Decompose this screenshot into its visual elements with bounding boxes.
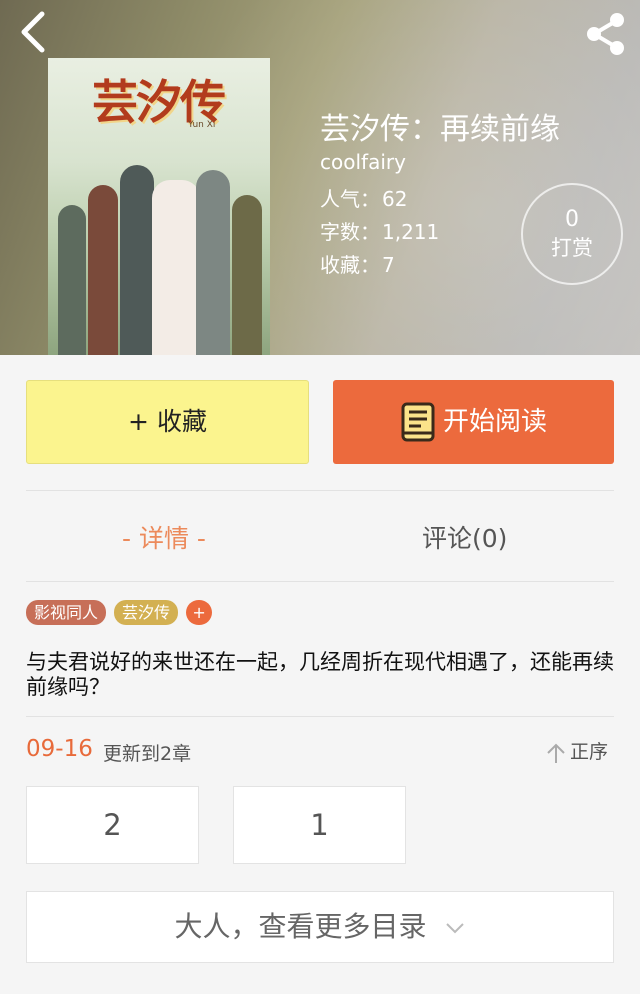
stat-label: 人气： (320, 187, 380, 211)
cover-figure (232, 195, 262, 355)
stat-value: 7 (382, 253, 395, 277)
stat-label: 字数： (320, 220, 380, 244)
cover-figure (120, 165, 154, 355)
book-cover[interactable]: 芸汐传 Yun Xi (48, 58, 270, 355)
stat-popularity: 人气： 62 (320, 183, 407, 212)
chevron-down-icon (446, 923, 465, 934)
stat-label: 收藏： (320, 253, 380, 277)
stat-favorites: 收藏： 7 (320, 249, 395, 278)
tag-list: 影视同人 芸汐传 + (26, 600, 213, 626)
share-icon (587, 13, 624, 55)
update-text: 更新到2章 (103, 743, 192, 765)
stat-value: 1,211 (382, 220, 440, 244)
add-tag-button[interactable]: + (186, 600, 213, 625)
sort-label: 正序 (570, 741, 609, 763)
stat-word-count: 字数： 1,211 (320, 216, 439, 245)
share-button[interactable] (582, 12, 628, 56)
book-synopsis: 与夫君说好的来世还在一起，几经周折在现代相遇了，还能再续前缘吗？ (26, 650, 614, 699)
tip-button[interactable]: 0 打赏 (521, 183, 623, 285)
start-reading-label: 开始阅读 (443, 407, 548, 437)
tag-yunxi[interactable]: 芸汐传 (114, 600, 179, 625)
book-title: 芸汐传：再续前缘 (320, 112, 560, 147)
chevron-left-icon (21, 11, 45, 53)
start-reading-button[interactable]: 开始阅读 (333, 380, 614, 464)
cover-figure (152, 180, 200, 355)
tip-label: 打赏 (551, 236, 593, 260)
cover-figure (196, 170, 230, 355)
cover-figure (58, 205, 86, 355)
stat-value: 62 (382, 187, 408, 211)
chapter-button[interactable]: 2 (26, 786, 199, 864)
book-author[interactable]: coolfairy (320, 150, 406, 174)
divider (26, 490, 614, 491)
sort-toggle[interactable]: 正序 (546, 737, 608, 764)
book-detail-body: + 收藏 开始阅读 - 详情 - 评论(0) 影视同人 芸汐传 + 与夫君说好的… (0, 355, 640, 994)
view-more-label: 大人，查看更多目录 (174, 910, 427, 943)
divider (26, 581, 614, 582)
arrow-up-icon (547, 743, 565, 763)
chapter-button[interactable]: 1 (233, 786, 406, 864)
book-icon (401, 402, 435, 442)
tab-detail[interactable]: - 详情 - (122, 519, 206, 555)
cover-subtitle-art: Yun Xi (188, 120, 216, 130)
tag-fanfic[interactable]: 影视同人 (26, 600, 107, 625)
tab-comments[interactable]: 评论(0) (422, 519, 507, 555)
update-date: 09-16 (26, 736, 93, 762)
add-favorite-button[interactable]: + 收藏 (26, 380, 309, 464)
divider (26, 716, 614, 717)
view-more-chapters-button[interactable]: 大人，查看更多目录 (26, 891, 614, 963)
cover-figure (88, 185, 118, 355)
back-button[interactable] (14, 10, 54, 54)
tip-count: 0 (565, 207, 579, 232)
book-header: 芸汐传 Yun Xi 芸汐传：再续前缘 coolfairy 人气： 62 字数： 1… (0, 0, 640, 355)
